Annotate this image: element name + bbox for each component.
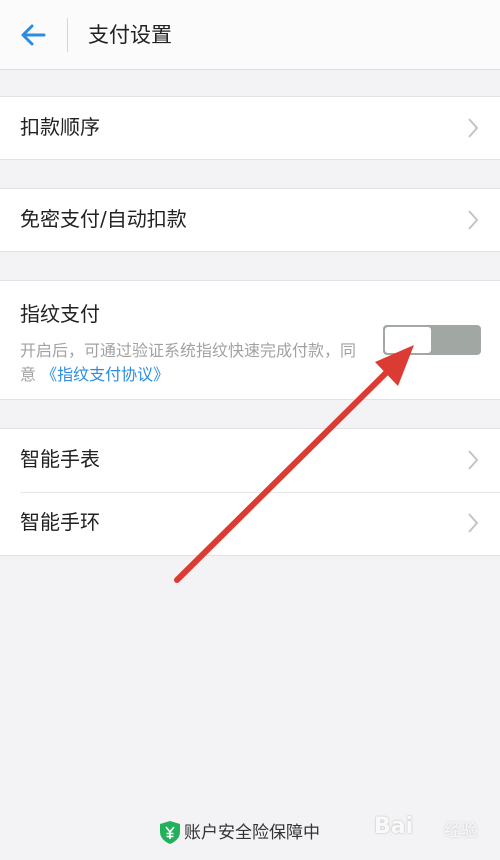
watermark-sub: 经验 <box>444 821 478 841</box>
chevron-right-icon <box>468 513 479 533</box>
deduction-order-label: 扣款顺序 <box>20 115 100 139</box>
arrow-left-icon[interactable] <box>14 17 54 53</box>
password-free-label: 免密支付/自动扣款 <box>20 207 187 231</box>
fingerprint-title: 指纹支付 <box>20 302 100 326</box>
security-text: 账户安全险保障中 <box>184 823 320 843</box>
smart-watch-label: 智能手表 <box>20 447 100 471</box>
fingerprint-toggle[interactable] <box>383 325 481 355</box>
fingerprint-description: 开启后，可通过验证系统指纹快速完成付款，同意 《指纹支付协议》 <box>20 339 360 387</box>
chevron-right-icon <box>468 450 479 470</box>
chevron-right-icon <box>468 210 479 230</box>
app-header: 支付设置 <box>0 0 500 70</box>
password-free-group: 免密支付/自动扣款 <box>0 188 500 252</box>
fingerprint-agreement-link[interactable]: 《指纹支付协议》 <box>41 365 169 384</box>
page-title: 支付设置 <box>88 23 172 47</box>
chevron-right-icon <box>468 118 479 138</box>
watermark: Bai 经验 <box>356 808 496 852</box>
smart-band-row[interactable]: 智能手环 <box>0 492 500 555</box>
watermark-text: Bai <box>374 814 414 839</box>
wearables-group: 智能手表 智能手环 <box>0 428 500 556</box>
shield-yuan-icon <box>160 821 180 844</box>
smart-watch-row[interactable]: 智能手表 <box>0 429 500 492</box>
fingerprint-group: 指纹支付 开启后，可通过验证系统指纹快速完成付款，同意 《指纹支付协议》 <box>0 280 500 400</box>
toggle-knob <box>385 327 431 353</box>
deduction-order-row[interactable]: 扣款顺序 <box>0 97 500 159</box>
smart-band-label: 智能手环 <box>20 510 100 534</box>
deduction-order-group: 扣款顺序 <box>0 96 500 160</box>
password-free-row[interactable]: 免密支付/自动扣款 <box>0 189 500 251</box>
header-divider <box>67 18 68 52</box>
